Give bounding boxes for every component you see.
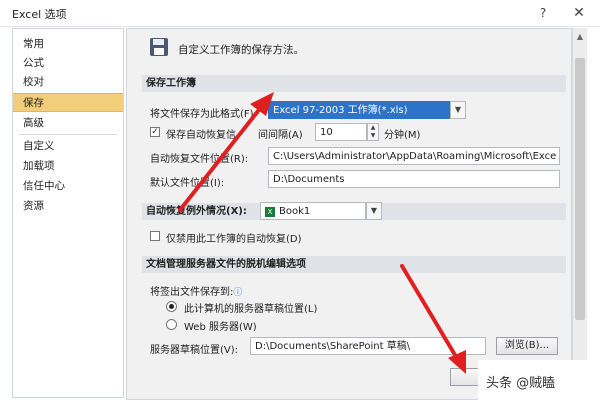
arrow-to-ok-icon (400, 264, 466, 374)
annotation-arrows (178, 92, 466, 374)
watermark-text: 头条 @贼瞌 (486, 376, 556, 391)
arrow-to-format-icon (178, 92, 274, 212)
